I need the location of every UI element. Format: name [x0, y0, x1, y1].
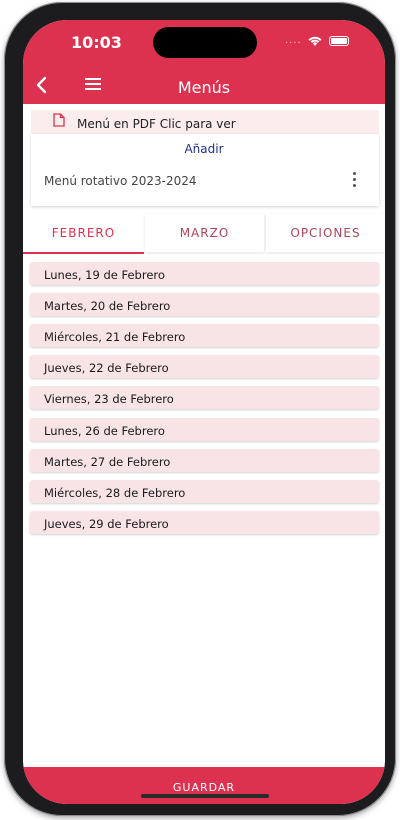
- document-icon: [53, 113, 65, 127]
- list-item-label: Jueves, 22 de Febrero: [44, 361, 169, 375]
- menu-card-title: Menú rotativo 2023-2024: [44, 174, 197, 188]
- wifi-icon: [308, 36, 322, 46]
- list-item[interactable]: Miércoles, 21 de Febrero: [30, 324, 379, 347]
- home-indicator: [141, 794, 269, 798]
- list-item[interactable]: Lunes, 26 de Febrero: [30, 418, 379, 441]
- tab-marzo[interactable]: MARZO: [145, 214, 264, 252]
- pdf-link-row[interactable]: Menú en PDF Clic para ver: [31, 110, 379, 134]
- save-button[interactable]: GUARDAR: [23, 767, 385, 804]
- battery-icon: [329, 36, 349, 46]
- list-item[interactable]: Jueves, 22 de Febrero: [30, 355, 379, 378]
- list-item[interactable]: Jueves, 29 de Febrero: [30, 511, 379, 534]
- list-item-label: Lunes, 26 de Febrero: [44, 424, 165, 438]
- status-icons: ....: [285, 34, 367, 48]
- list-item-label: Martes, 27 de Febrero: [44, 455, 171, 469]
- screen: 10:03 .... Menús Menú en PDF Clic para v…: [23, 20, 385, 804]
- status-time: 10:03: [71, 33, 122, 52]
- save-button-label: GUARDAR: [172, 781, 236, 794]
- list-item-label: Miércoles, 21 de Febrero: [44, 330, 186, 344]
- tab-febrero[interactable]: FEBRERO: [23, 214, 144, 254]
- list-item-label: Lunes, 19 de Febrero: [44, 268, 165, 282]
- more-options-icon[interactable]: [351, 172, 357, 190]
- dynamic-island: [153, 27, 257, 58]
- add-link[interactable]: Añadir: [23, 142, 385, 156]
- app-header: 10:03 .... Menús: [23, 20, 385, 104]
- list-item[interactable]: Miércoles, 28 de Febrero: [30, 480, 379, 503]
- pdf-link-label: Menú en PDF Clic para ver: [77, 117, 236, 131]
- list-item-label: Viernes, 23 de Febrero: [44, 392, 174, 406]
- list-item[interactable]: Lunes, 19 de Febrero: [30, 262, 379, 285]
- list-item-label: Martes, 20 de Febrero: [44, 299, 171, 313]
- list-item-label: Jueves, 29 de Febrero: [44, 517, 169, 531]
- list-item[interactable]: Martes, 20 de Febrero: [30, 293, 379, 316]
- signal-dots-icon: ....: [285, 35, 302, 46]
- list-item[interactable]: Martes, 27 de Febrero: [30, 449, 379, 472]
- list-item[interactable]: Viernes, 23 de Febrero: [30, 386, 379, 409]
- page-title: Menús: [177, 78, 231, 97]
- phone-frame: 10:03 .... Menús Menú en PDF Clic para v…: [4, 2, 396, 816]
- tab-opciones[interactable]: OPCIONES: [266, 214, 385, 252]
- list-item-label: Miércoles, 28 de Febrero: [44, 486, 186, 500]
- month-tabs: FEBRERO MARZO OPCIONES: [23, 214, 385, 254]
